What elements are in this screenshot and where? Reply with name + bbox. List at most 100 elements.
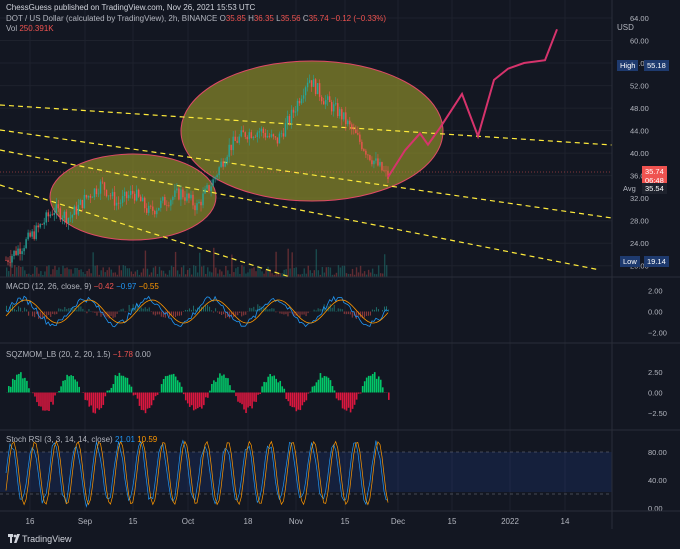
price-candle (144, 197, 146, 209)
volume-bar (142, 268, 145, 277)
macd-histogram-bar (140, 307, 142, 312)
price-candle (335, 103, 337, 105)
volume-bar (359, 265, 362, 277)
volume-bar (62, 265, 64, 277)
macd-histogram-bar (158, 311, 160, 315)
stoch-legend[interactable]: Stoch RSI (3, 3, 14, 14, close) 21.01 10… (6, 435, 157, 444)
price-candle (180, 189, 182, 200)
sqz-bar (72, 375, 74, 393)
price-candle (57, 204, 59, 209)
volume-bars (6, 247, 388, 277)
sqz-bar (359, 392, 362, 394)
price-candle (236, 140, 238, 143)
price-candle (260, 128, 263, 132)
sqz-bar (269, 374, 271, 393)
sqz-bar (110, 387, 113, 393)
chart-canvas[interactable]: 2.00 0.00 −2.00 2.50 0.00 −2.50 80.00 40.00 0.… (0, 0, 680, 529)
volume-bar (170, 265, 173, 277)
volume-bar (253, 267, 255, 277)
price-candle (361, 141, 363, 150)
symbol-name[interactable]: DOT / US Dollar (calculated by TradingVi… (6, 14, 217, 23)
macd-histogram-bar (303, 311, 305, 315)
macd-histogram-bar (98, 311, 100, 313)
price-tick: 52.00 (630, 82, 649, 91)
price-candle (131, 190, 134, 194)
price-candle (371, 160, 373, 165)
volume-bar (335, 272, 338, 277)
sqz-bar (309, 391, 312, 393)
sqz-bar (162, 379, 165, 393)
sqz-bar (170, 374, 173, 393)
price-candle (23, 248, 25, 252)
sqz-bar (70, 375, 72, 393)
macd-histogram-bar (287, 311, 289, 317)
price-candle (125, 191, 128, 199)
price-candle (363, 149, 365, 151)
volume-bar (92, 252, 94, 277)
price-candle (115, 202, 118, 206)
macd-histogram-bar (128, 304, 130, 312)
sqz-bar (347, 392, 350, 408)
time-tick: Dec (391, 517, 405, 526)
macd-histogram-bar (363, 311, 365, 318)
macd-histogram-bar (192, 305, 194, 312)
price-candle (226, 156, 228, 163)
price-candle (107, 195, 110, 197)
price-candle (15, 250, 17, 255)
sqz-bar (197, 392, 199, 409)
sqz-bar (40, 392, 42, 407)
price-candle (294, 111, 297, 113)
price-candle (67, 217, 70, 224)
price-candle (286, 116, 289, 124)
sqz-bar (287, 392, 290, 402)
sqz-bar (64, 380, 66, 393)
volume-bar (317, 270, 320, 277)
volume-bar (385, 265, 388, 277)
macd-histogram-bar (329, 304, 331, 312)
price-candle (232, 136, 234, 151)
macd-histogram-bar (94, 311, 96, 313)
volume-bar (281, 273, 283, 277)
volume-bar (146, 268, 149, 277)
macd-histogram-bar (271, 308, 273, 312)
macd-histogram-bar (365, 311, 367, 316)
price-candle (375, 158, 377, 161)
sqz-bar (303, 392, 306, 403)
sqz-bar (34, 392, 36, 397)
macd-histogram-bar (213, 311, 215, 313)
volume-bar (213, 247, 215, 277)
volume-bar (345, 273, 348, 277)
macd-histogram-bar (255, 309, 257, 312)
macd-histogram-bar (138, 309, 140, 312)
sqz-bar (241, 392, 243, 405)
sqz-bar (219, 373, 221, 393)
price-candle (19, 248, 21, 254)
volume-bar (154, 266, 157, 277)
volume-bar (367, 269, 370, 277)
price-candle (117, 202, 120, 204)
sqz-bar (285, 392, 288, 399)
macd-histogram-bar (241, 311, 243, 317)
price-axis: 64.0060.0056.0052.0048.0044.0040.0036.00… (630, 14, 649, 271)
sqz-bar (349, 392, 352, 413)
macd-histogram-bar (203, 307, 205, 312)
price-candle (357, 133, 359, 135)
sqz-bar (271, 376, 273, 393)
volume-bar (134, 271, 137, 277)
sqz-legend[interactable]: SQZMOM_LB (20, 2, 20, 1.5) −1.78 0.00 (6, 350, 151, 359)
volume-bar (329, 267, 332, 277)
sqz-bar (313, 385, 316, 393)
macd-histogram-bar (124, 311, 126, 313)
macd-histogram-bar (339, 308, 341, 312)
volume-bar (217, 273, 219, 277)
sqz-bar (18, 373, 20, 393)
volume-bar (245, 273, 247, 277)
volume-bar (295, 267, 297, 277)
macd-legend[interactable]: MACD (12, 26, close, 9) −0.42 −0.97 −0.5… (6, 282, 159, 291)
price-candle (9, 261, 11, 263)
price-candle (254, 136, 257, 138)
sqz-bar (74, 379, 76, 393)
price-candle (306, 82, 309, 88)
price-candle (210, 186, 212, 192)
sqz-bar (281, 386, 284, 393)
